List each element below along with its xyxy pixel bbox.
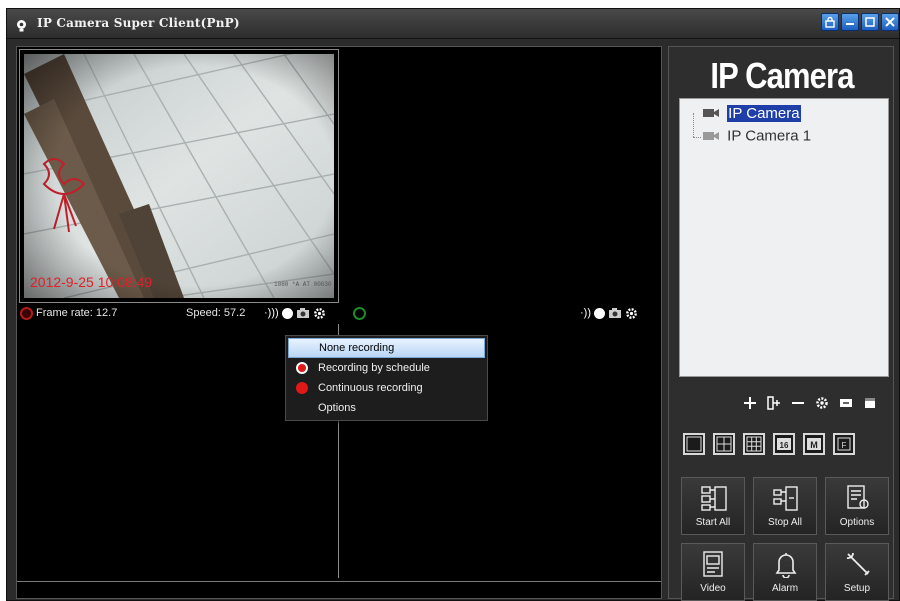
layout-1-button[interactable] <box>683 433 705 455</box>
brand-title: IP Camera <box>710 55 854 96</box>
pane-2-controls: ·)) <box>580 306 638 320</box>
app-logo-icon <box>15 17 28 32</box>
layout-9-icon <box>746 436 762 452</box>
speed-label: Speed: 57.2 <box>186 307 246 319</box>
schedule-record-icon <box>296 362 308 374</box>
setup-button[interactable]: Setup <box>825 543 889 601</box>
stop-all-button[interactable]: Stop All <box>753 477 817 535</box>
button-label: Stop All <box>768 517 802 528</box>
start-all-button[interactable]: Start All <box>681 477 745 535</box>
video-timestamp: 2012-9-25 10:08:49 <box>30 274 153 290</box>
svg-text:F: F <box>842 441 847 450</box>
camera-icon <box>703 132 719 141</box>
window-title: IP Camera Super Client(PnP) <box>37 16 240 30</box>
snapshot-icon[interactable] <box>608 307 622 319</box>
menu-item-label: Recording by schedule <box>318 362 430 374</box>
wrench-icon <box>846 552 870 576</box>
options-button[interactable]: Options <box>825 477 889 535</box>
tree-item-label: IP Camera <box>727 104 801 122</box>
close-icon <box>885 17 895 27</box>
button-label: Start All <box>695 517 731 528</box>
audio-icon[interactable]: ·)) <box>580 306 591 320</box>
menu-item-options[interactable]: Options <box>288 398 485 418</box>
title-bar[interactable]: IP Camera Super Client(PnP) <box>7 9 899 39</box>
action-buttons: Start All Stop All Options Video Alarm S… <box>681 477 889 601</box>
grid-divider <box>17 581 661 582</box>
camera-icon <box>703 109 719 118</box>
close-button[interactable] <box>881 13 899 31</box>
layout-m-button[interactable]: M <box>803 433 825 455</box>
tree-item-label: IP Camera 1 <box>727 127 812 145</box>
start-all-icon <box>701 486 727 511</box>
audio-icon[interactable]: ·))) <box>264 306 279 320</box>
tree-toolbar <box>743 396 877 410</box>
video-pane-1[interactable]: 1080 *A AT 00030 2012-9-25 10:08:49 <box>19 49 339 303</box>
layout-m-icon: M <box>807 438 821 450</box>
pane-1-controls: ·))) <box>264 306 326 320</box>
camera-tree: IP Camera IP Camera 1 <box>679 98 889 377</box>
menu-item-continuous-recording[interactable]: Continuous recording <box>288 378 485 398</box>
lock-icon <box>825 16 835 28</box>
menu-item-recording-by-schedule[interactable]: Recording by schedule <box>288 358 485 378</box>
settings-gear-icon[interactable] <box>625 307 638 320</box>
recording-context-menu: None recording Recording by schedule Con… <box>285 335 488 421</box>
menu-item-none-recording[interactable]: None recording <box>288 338 485 358</box>
tree-item-ip-camera-1[interactable]: IP Camera 1 <box>702 127 811 145</box>
video-icon <box>703 551 723 577</box>
tree-item-ip-camera[interactable]: IP Camera <box>702 104 801 122</box>
layout-16-button[interactable]: 16 <box>773 433 795 455</box>
svg-text:16: 16 <box>780 441 789 450</box>
layout-4-icon <box>716 436 732 452</box>
add-icon[interactable] <box>743 396 757 410</box>
layout-9-button[interactable] <box>743 433 765 455</box>
sidebar: IP Camera IP Camera IP Camera 1 16 M F S… <box>668 46 894 601</box>
button-label: Setup <box>843 583 871 594</box>
record-status-icon <box>20 307 33 320</box>
tree-connector <box>693 137 701 138</box>
export-icon[interactable] <box>863 396 877 410</box>
menu-item-label: Continuous recording <box>318 382 423 394</box>
svg-text:1080 *A AT 00030: 1080 *A AT 00030 <box>274 281 332 288</box>
red-dot-icon <box>296 382 308 394</box>
layout-1-icon <box>686 436 702 452</box>
alarm-button[interactable]: Alarm <box>753 543 817 601</box>
video-grid: 1080 *A AT 00030 2012-9-25 10:08:49 Fram… <box>16 46 662 599</box>
layout-4-button[interactable] <box>713 433 735 455</box>
pane-status-bar: Frame rate: 12.7 Speed: 57.2 ·))) ·)) <box>19 305 659 323</box>
minimize-button[interactable] <box>841 13 859 31</box>
maximize-button[interactable] <box>861 13 879 31</box>
video-button[interactable]: Video <box>681 543 745 601</box>
settings-gear-icon[interactable] <box>313 307 326 320</box>
add-group-icon[interactable] <box>767 396 781 410</box>
import-icon[interactable] <box>839 396 853 410</box>
button-label: Alarm <box>771 583 799 594</box>
frame-rate-label: Frame rate: 12.7 <box>36 307 118 319</box>
fullscreen-button[interactable]: F <box>833 433 855 455</box>
record-button-icon[interactable] <box>281 307 293 319</box>
layout-16-icon: 16 <box>777 438 791 450</box>
layout-selector: 16 M F <box>683 433 855 455</box>
camera-feed-image: 1080 *A AT 00030 2012-9-25 10:08:49 <box>24 54 334 298</box>
snapshot-icon[interactable] <box>296 307 310 319</box>
menu-item-label: None recording <box>319 342 395 354</box>
options-icon <box>847 485 869 509</box>
svg-text:M: M <box>810 440 818 450</box>
minimize-icon <box>846 23 854 25</box>
button-label: Options <box>839 517 875 528</box>
pane-2-status-icon <box>353 307 366 320</box>
lock-button[interactable] <box>821 13 839 31</box>
stop-all-icon <box>773 486 798 511</box>
video-pane-2[interactable] <box>343 49 659 303</box>
bell-icon <box>775 553 797 578</box>
fullscreen-icon: F <box>837 437 851 451</box>
maximize-icon <box>865 17 875 27</box>
settings-gear-icon[interactable] <box>815 396 829 410</box>
tree-connector <box>693 113 694 137</box>
app-window: IP Camera Super Client(PnP) 1080 *A AT 0… <box>6 8 900 601</box>
button-label: Video <box>700 583 726 594</box>
window-controls <box>821 13 899 31</box>
menu-item-label: Options <box>318 402 356 414</box>
remove-icon[interactable] <box>791 396 805 410</box>
record-button-icon[interactable] <box>594 307 605 319</box>
